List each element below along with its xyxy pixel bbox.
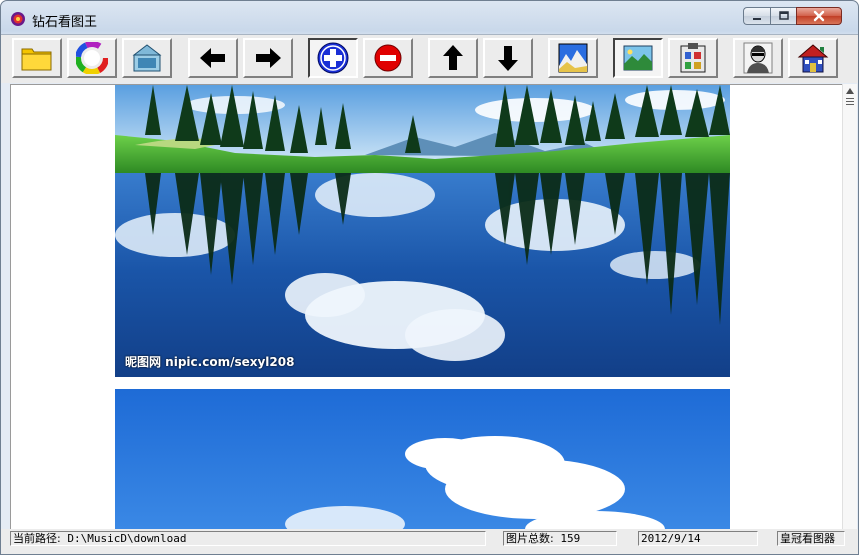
image-watermark: 昵图网 nipic.com/sexyl208	[125, 355, 295, 369]
maximize-icon	[778, 11, 789, 20]
sky-clouds-image	[115, 389, 730, 530]
open-folder-button[interactable]	[12, 38, 62, 78]
arrow-down-icon	[498, 46, 518, 71]
next-button[interactable]	[243, 38, 293, 78]
scroll-up-button[interactable]	[428, 38, 478, 78]
close-button[interactable]	[796, 7, 842, 25]
window-controls	[743, 7, 842, 27]
lake-landscape-image	[115, 85, 730, 377]
toolbar	[1, 34, 858, 83]
path-value: D:\MusicD\download	[67, 532, 187, 545]
about-button[interactable]	[733, 38, 783, 78]
status-app-name: 皇冠看图器	[777, 531, 845, 546]
minimize-icon	[753, 18, 761, 20]
arrow-right-icon	[256, 48, 281, 68]
status-path: 当前路径: D:\MusicD\download	[10, 531, 486, 546]
status-bar: 当前路径: D:\MusicD\download 图片总数: 159 2012/…	[1, 529, 858, 554]
app-window: 钻石看图王 昵图网 nipic.com/sexyl208 当前路径: D:\Mu…	[0, 0, 859, 555]
mountain-thumbnail-icon	[558, 43, 588, 73]
arrow-left-icon	[200, 48, 225, 68]
count-label: 图片总数:	[506, 532, 554, 545]
status-date: 2012/9/14	[638, 531, 758, 546]
previous-button[interactable]	[188, 38, 238, 78]
window-title: 钻石看图王	[32, 15, 98, 30]
clipboard-icon	[680, 43, 706, 73]
scroll-up-arrow-icon[interactable]	[846, 88, 854, 94]
arrow-up-icon	[443, 45, 463, 70]
close-icon	[813, 10, 825, 22]
minimize-button[interactable]	[743, 7, 770, 25]
scroll-thumb-grip-icon[interactable]	[846, 98, 854, 106]
picture-frame-icon	[132, 44, 162, 72]
zoom-in-button[interactable]	[308, 38, 358, 78]
landscape-icon	[623, 45, 653, 71]
count-value: 159	[560, 532, 581, 545]
plus-circle-icon	[317, 42, 349, 74]
vertical-scrollbar[interactable]	[842, 84, 857, 529]
minus-circle-icon	[374, 44, 402, 72]
color-wheel-icon	[76, 42, 108, 74]
app-diamond-icon	[11, 12, 25, 26]
clipboard-button[interactable]	[668, 38, 718, 78]
title-bar[interactable]: 钻石看图王	[1, 1, 858, 33]
status-image-count: 图片总数: 159	[503, 531, 617, 546]
slideshow-button[interactable]	[122, 38, 172, 78]
scroll-down-button[interactable]	[483, 38, 533, 78]
sky-photo	[115, 389, 730, 530]
maximize-button[interactable]	[770, 7, 796, 25]
folder-icon	[21, 48, 52, 71]
house-icon	[797, 44, 829, 73]
color-wheel-button[interactable]	[67, 38, 117, 78]
home-button[interactable]	[788, 38, 838, 78]
image-viewport[interactable]: 昵图网 nipic.com/sexyl208	[10, 84, 844, 531]
path-label: 当前路径:	[13, 532, 61, 545]
zoom-out-button[interactable]	[363, 38, 413, 78]
thumbnail-view-button[interactable]	[548, 38, 598, 78]
lake-photo: 昵图网 nipic.com/sexyl208	[115, 85, 730, 377]
landscape-view-button[interactable]	[613, 38, 663, 78]
person-icon	[743, 42, 773, 74]
